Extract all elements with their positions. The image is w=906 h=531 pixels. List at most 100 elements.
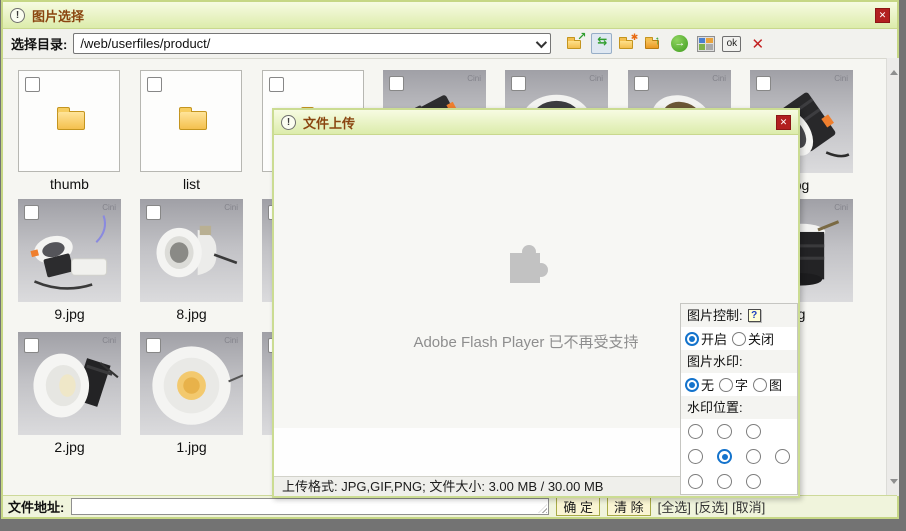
content-scrollbar[interactable] bbox=[886, 58, 899, 496]
radio-control-off[interactable] bbox=[732, 332, 746, 346]
radio-pos-mid-left[interactable] bbox=[688, 449, 703, 464]
upload-arrow-glyph: ↑ bbox=[654, 35, 660, 46]
radio-pos-bottom-center[interactable] bbox=[717, 474, 732, 489]
folder-icon bbox=[57, 111, 85, 130]
select-all-link[interactable]: [全选] bbox=[658, 497, 691, 516]
image-control-label: 图片控制: bbox=[687, 304, 743, 327]
checkbox[interactable] bbox=[146, 205, 161, 220]
radio-pos-bottom-left[interactable] bbox=[688, 474, 703, 489]
radio-control-off-label[interactable]: 关闭 bbox=[748, 329, 774, 348]
image-label[interactable]: 1.jpg bbox=[140, 439, 243, 455]
checkbox[interactable] bbox=[389, 76, 404, 91]
directory-select-value: /web/userfiles/product/ bbox=[80, 36, 536, 51]
image-thumbnail[interactable]: Cini bbox=[140, 199, 243, 302]
radio-wm-image[interactable] bbox=[753, 378, 767, 392]
position-header: 水印位置: bbox=[681, 396, 797, 419]
refresh-icon[interactable]: ⇆ bbox=[591, 33, 612, 54]
image-picker-title: 图片选择 bbox=[32, 6, 84, 25]
radio-pos-bottom-right[interactable] bbox=[746, 474, 761, 489]
new-folder-icon[interactable]: ✱ bbox=[617, 33, 638, 54]
go-icon[interactable]: → bbox=[669, 33, 690, 54]
help-icon[interactable]: ? bbox=[748, 309, 761, 322]
image-item[interactable]: Cini 2.jpg bbox=[18, 332, 121, 455]
radio-pos-top-center[interactable] bbox=[717, 424, 732, 439]
photo-watermark: Cini bbox=[712, 74, 726, 83]
warning-icon: ! bbox=[10, 8, 25, 23]
close-icon[interactable]: ✕ bbox=[776, 115, 791, 130]
image-thumbnail[interactable]: Cini bbox=[140, 332, 243, 435]
image-item[interactable]: Cini 1.jpg bbox=[140, 332, 243, 455]
radio-pos-top-right[interactable] bbox=[746, 424, 761, 439]
radio-wm-text-label[interactable]: 字 bbox=[735, 375, 748, 394]
watermark-header: 图片水印: bbox=[681, 350, 797, 373]
tiles-glyph bbox=[697, 36, 715, 52]
go-arrow-glyph: → bbox=[671, 35, 688, 52]
cancel-link[interactable]: [取消] bbox=[732, 497, 765, 516]
checkbox[interactable] bbox=[269, 77, 284, 92]
photo-watermark: Cini bbox=[102, 336, 116, 345]
scroll-up-icon[interactable] bbox=[887, 66, 900, 80]
folder-label[interactable]: list bbox=[140, 176, 243, 192]
radio-wm-none-label[interactable]: 无 bbox=[701, 375, 714, 394]
position-row-top bbox=[681, 419, 797, 444]
folder-tile[interactable] bbox=[140, 70, 242, 172]
ok-button[interactable]: 确 定 bbox=[556, 497, 600, 516]
directory-toolbar: 选择目录: /web/userfiles/product/ ↗ ⇆ ✱ ↑ → bbox=[3, 29, 897, 59]
photo-watermark: Cini bbox=[102, 203, 116, 212]
file-address-field[interactable] bbox=[71, 498, 549, 515]
image-thumbnail[interactable]: Cini bbox=[18, 332, 121, 435]
radio-pos-mid-right[interactable] bbox=[746, 449, 761, 464]
photo-watermark: Cini bbox=[834, 74, 848, 83]
folder-up-icon[interactable]: ↗ bbox=[565, 33, 586, 54]
radio-pos-mid-extra[interactable] bbox=[775, 449, 790, 464]
image-label[interactable]: 2.jpg bbox=[18, 439, 121, 455]
radio-control-on-label[interactable]: 开启 bbox=[701, 329, 727, 348]
image-label[interactable]: 9.jpg bbox=[18, 306, 121, 322]
clear-button[interactable]: 清 除 bbox=[607, 497, 651, 516]
upload-folder-icon[interactable]: ↑ bbox=[643, 33, 664, 54]
checkbox[interactable] bbox=[147, 77, 162, 92]
picker-footer: 文件地址: 确 定 清 除 [全选] [反选] [取消] bbox=[3, 495, 897, 517]
delete-icon[interactable]: ✕ bbox=[747, 33, 768, 54]
directory-select[interactable]: /web/userfiles/product/ bbox=[73, 33, 551, 54]
image-thumbnail[interactable]: Cini bbox=[18, 199, 121, 302]
thumbnails-view-icon[interactable] bbox=[695, 33, 716, 54]
scroll-down-icon[interactable] bbox=[887, 474, 900, 488]
checkbox[interactable] bbox=[24, 338, 39, 353]
image-item[interactable]: Cini 9.jpg bbox=[18, 199, 121, 322]
radio-pos-top-left[interactable] bbox=[688, 424, 703, 439]
radio-pos-center[interactable] bbox=[717, 449, 732, 464]
image-label[interactable]: 8.jpg bbox=[140, 306, 243, 322]
position-label: 水印位置: bbox=[687, 396, 743, 419]
ok-icon[interactable]: ok bbox=[721, 33, 742, 54]
radio-wm-none[interactable] bbox=[685, 378, 699, 392]
file-address-input[interactable] bbox=[72, 500, 548, 515]
warning-icon: ! bbox=[281, 115, 296, 130]
invert-selection-link[interactable]: [反选] bbox=[695, 497, 728, 516]
folder-tile[interactable] bbox=[18, 70, 120, 172]
folder-item[interactable]: thumb bbox=[18, 70, 121, 192]
upload-body: Adobe Flash Player 已不再受支持 图片控制: ? 开启 关闭 … bbox=[274, 135, 798, 476]
up-arrow-glyph: ↗ bbox=[577, 32, 586, 43]
checkbox[interactable] bbox=[634, 76, 649, 91]
photo-watermark: Cini bbox=[589, 74, 603, 83]
checkbox[interactable] bbox=[25, 77, 40, 92]
photo-watermark: Cini bbox=[834, 203, 848, 212]
checkbox[interactable] bbox=[756, 76, 771, 91]
image-item[interactable]: Cini 8.jpg bbox=[140, 199, 243, 322]
page: { "colors": { "chrome_green": "#dcecab",… bbox=[0, 0, 906, 531]
radio-control-on[interactable] bbox=[685, 332, 699, 346]
radio-wm-image-label[interactable]: 图 bbox=[769, 375, 782, 394]
checkbox[interactable] bbox=[511, 76, 526, 91]
chevron-down-icon bbox=[536, 36, 547, 47]
radio-wm-text[interactable] bbox=[719, 378, 733, 392]
folder-label[interactable]: thumb bbox=[18, 176, 121, 192]
checkbox[interactable] bbox=[24, 205, 39, 220]
watermark-label: 图片水印: bbox=[687, 350, 743, 373]
checkbox[interactable] bbox=[146, 338, 161, 353]
folder-item[interactable]: list bbox=[140, 70, 243, 192]
image-picker-titlebar: ! 图片选择 ✕ bbox=[3, 2, 897, 29]
close-icon[interactable]: ✕ bbox=[875, 8, 890, 23]
file-upload-dialog: ! 文件上传 ✕ Adobe Flash Player 已不再受支持 图片控制:… bbox=[272, 108, 800, 498]
watermark-options-panel: 图片控制: ? 开启 关闭 图片水印: 无 字 图 水印位置: bbox=[680, 303, 798, 495]
